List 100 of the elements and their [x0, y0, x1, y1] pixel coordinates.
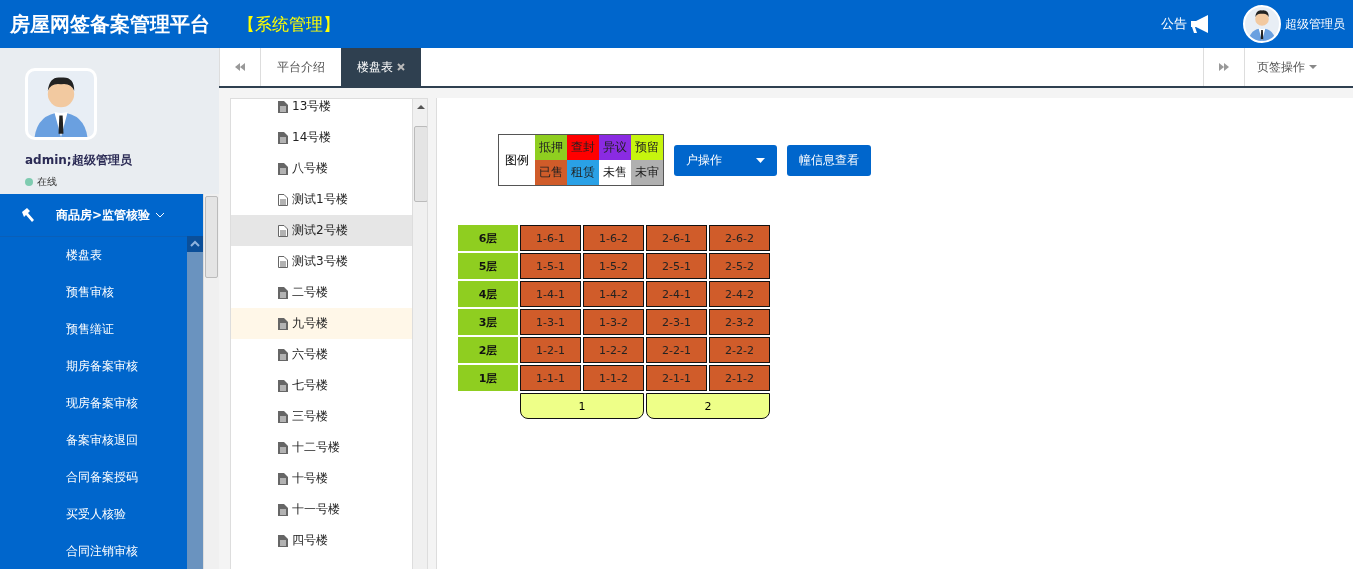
unit-cell[interactable]: 2-3-1 — [646, 309, 707, 335]
scroll-up-icon[interactable] — [187, 236, 203, 252]
unit-cell[interactable]: 2-5-2 — [709, 253, 770, 279]
unit-cell[interactable]: 2-6-2 — [709, 225, 770, 251]
caret-icon — [756, 157, 765, 163]
unit-cell[interactable]: 1-1-1 — [520, 365, 581, 391]
tree-item[interactable]: 九号楼 — [231, 308, 412, 339]
notice-link[interactable]: 公告 — [1161, 14, 1213, 34]
legend-item: 抵押 — [535, 135, 567, 160]
unit-cell[interactable]: 2-2-2 — [709, 337, 770, 363]
tree-item[interactable]: 十二号楼 — [231, 432, 412, 463]
unit-cell[interactable]: 1-6-2 — [583, 225, 644, 251]
floor-label: 2层 — [458, 337, 518, 363]
unit-cell[interactable]: 1-3-2 — [583, 309, 644, 335]
unit-block-label: 2 — [646, 393, 770, 419]
legend-item: 租赁 — [567, 160, 599, 185]
menu-item[interactable]: 合同注销审核 — [0, 533, 187, 569]
legend-item: 已售 — [535, 160, 567, 185]
scrollbar-thumb[interactable] — [205, 196, 218, 278]
avatar-icon — [25, 68, 97, 140]
legend-item: 预留 — [631, 135, 663, 160]
tree-item[interactable]: 十一号楼 — [231, 494, 412, 525]
menu-item[interactable]: 楼盘表 — [0, 237, 187, 274]
unit-cell[interactable]: 1-1-2 — [583, 365, 644, 391]
unit-cell[interactable]: 2-3-2 — [709, 309, 770, 335]
floor-label: 5层 — [458, 253, 518, 279]
user-menu[interactable]: 超级管理员 — [1243, 5, 1345, 43]
document-icon — [278, 317, 288, 330]
document-icon — [278, 534, 288, 547]
menu-item[interactable]: 备案审核退回 — [0, 422, 187, 459]
tree-item[interactable]: 七号楼 — [231, 370, 412, 401]
unit-cell[interactable]: 1-3-1 — [520, 309, 581, 335]
document-icon — [278, 162, 288, 175]
double-right-icon — [1219, 63, 1229, 71]
close-icon[interactable] — [397, 63, 405, 71]
floor-label: 4层 — [458, 281, 518, 307]
tree-item[interactable]: 测试1号楼 — [231, 184, 412, 215]
menu-item[interactable]: 预售审核 — [0, 274, 187, 311]
tree-item[interactable]: 三号楼 — [231, 401, 412, 432]
tree-item[interactable]: 14号楼 — [231, 122, 412, 153]
caret-icon — [1309, 65, 1317, 69]
document-icon — [278, 131, 288, 144]
tree-item[interactable]: 四号楼 — [231, 525, 412, 556]
unit-cell[interactable]: 1-2-1 — [520, 337, 581, 363]
document-outline-icon — [278, 193, 288, 206]
menu-item[interactable]: 合同备案授码 — [0, 459, 187, 496]
tab-actions-menu[interactable]: 页签操作 — [1245, 48, 1353, 86]
double-left-icon — [235, 63, 245, 71]
avatar-icon — [1243, 5, 1281, 43]
unit-cell[interactable]: 1-5-2 — [583, 253, 644, 279]
unit-cell[interactable]: 2-4-2 — [709, 281, 770, 307]
tree-item[interactable]: 二号楼 — [231, 277, 412, 308]
unit-cell[interactable]: 2-1-1 — [646, 365, 707, 391]
legend-item: 查封 — [567, 135, 599, 160]
document-icon — [278, 286, 288, 299]
menu-item[interactable]: 预售缮证 — [0, 311, 187, 348]
scroll-right-button[interactable] — [1203, 48, 1245, 86]
legend-item: 异议 — [599, 135, 631, 160]
scroll-up-icon[interactable] — [416, 104, 425, 110]
menu-item[interactable]: 买受人核验 — [0, 496, 187, 533]
tree-item[interactable]: 13号楼 — [231, 99, 412, 122]
dropdown-button[interactable]: 户操作 — [674, 144, 777, 176]
tree-item[interactable]: 测试2号楼 — [231, 215, 412, 246]
unit-cell[interactable]: 2-2-1 — [646, 337, 707, 363]
unit-cell[interactable]: 1-5-1 — [520, 253, 581, 279]
section-label: 【系统管理】 — [238, 12, 340, 36]
tab[interactable]: 楼盘表 — [341, 48, 421, 86]
document-icon — [278, 472, 288, 485]
legend-item: 未审 — [631, 160, 663, 185]
tree-item[interactable]: 十号楼 — [231, 463, 412, 494]
user-name: admin;超级管理员 — [25, 152, 133, 169]
tree-item[interactable]: 测试3号楼 — [231, 246, 412, 277]
scrollbar-thumb[interactable] — [413, 126, 427, 202]
unit-cell[interactable]: 1-4-2 — [583, 281, 644, 307]
unit-block-label: 1 — [520, 393, 644, 419]
tree-item[interactable]: 八号楼 — [231, 153, 412, 184]
unit-cell[interactable]: 2-6-1 — [646, 225, 707, 251]
document-icon — [278, 379, 288, 392]
document-icon — [278, 441, 288, 454]
chevron-down-icon — [155, 212, 165, 218]
menu-item[interactable]: 期房备案审核 — [0, 348, 187, 385]
hammer-icon — [20, 207, 36, 223]
tree-item[interactable]: 六号楼 — [231, 339, 412, 370]
app-title: 房屋网签备案管理平台 — [10, 10, 210, 38]
unit-cell[interactable]: 2-5-1 — [646, 253, 707, 279]
unit-cell[interactable]: 1-2-2 — [583, 337, 644, 363]
scroll-left-button[interactable] — [219, 48, 261, 86]
unit-cell[interactable]: 2-1-2 — [709, 365, 770, 391]
menu-item[interactable]: 现房备案审核 — [0, 385, 187, 422]
document-outline-icon — [278, 255, 288, 268]
tab[interactable]: 平台介绍 — [261, 48, 341, 86]
unit-cell[interactable]: 1-4-1 — [520, 281, 581, 307]
floor-label: 1层 — [458, 365, 518, 391]
unit-cell[interactable]: 2-4-1 — [646, 281, 707, 307]
document-icon — [278, 348, 288, 361]
unit-cell[interactable]: 1-6-1 — [520, 225, 581, 251]
document-outline-icon — [278, 224, 288, 237]
floor-label: 3层 — [458, 309, 518, 335]
button[interactable]: 幢信息查看 — [787, 144, 871, 176]
status-label: 在线 — [37, 175, 57, 189]
